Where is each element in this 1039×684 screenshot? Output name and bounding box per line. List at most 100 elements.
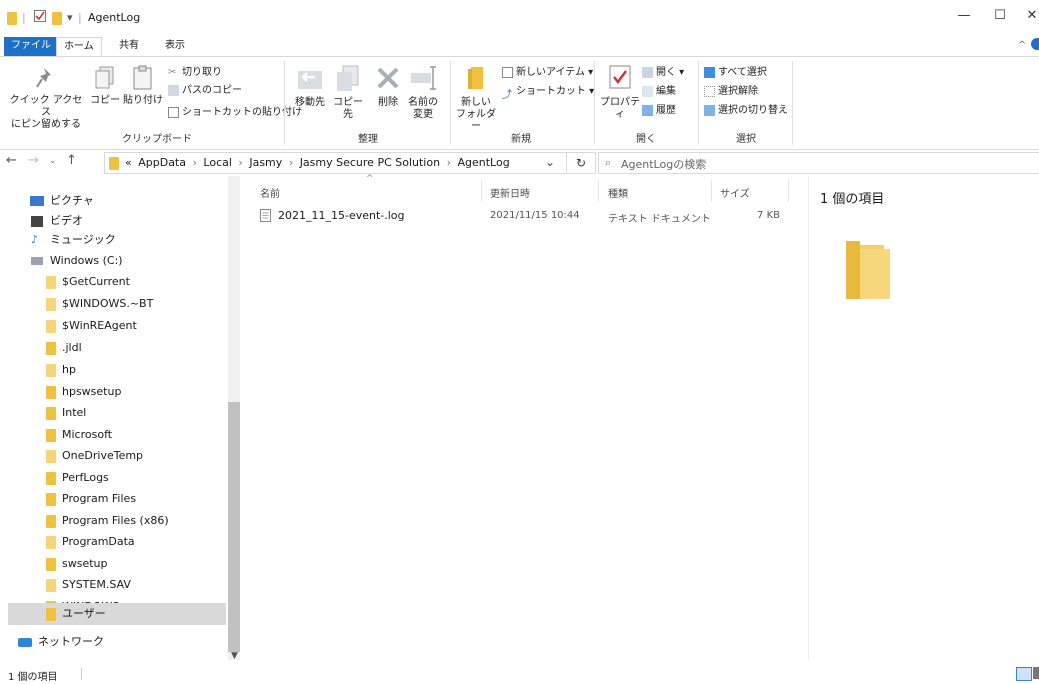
breadcrumb-segment[interactable]: Local xyxy=(203,156,232,169)
new-folder-quick-icon[interactable] xyxy=(52,11,62,25)
copy-label: コピー xyxy=(90,95,120,106)
back-arrow-icon[interactable]: ← xyxy=(6,153,17,168)
column-divider[interactable] xyxy=(711,180,712,202)
ribbon-divider xyxy=(284,61,285,145)
nav-scrollbar-thumb[interactable] xyxy=(228,402,240,652)
column-divider[interactable] xyxy=(598,180,599,202)
sidebar-item-winreagent[interactable]: $WinREAgent xyxy=(8,315,226,337)
close-button[interactable]: ✕ xyxy=(1020,8,1039,26)
sidebar-item-network[interactable]: ネットワーク xyxy=(8,631,226,653)
copy-path-button[interactable]: パスのコピー xyxy=(168,81,242,96)
address-bar[interactable]: « AppData › Local › Jasmy › Jasmy Secure… xyxy=(104,152,596,174)
paste-shortcut-icon xyxy=(168,106,179,118)
properties-button[interactable]: プロパティ xyxy=(598,63,642,121)
paste-shortcut-button[interactable]: ショートカットの貼り付け xyxy=(168,103,302,118)
edit-button[interactable]: 編集 xyxy=(642,82,676,97)
up-arrow-icon[interactable]: ↑ xyxy=(66,153,77,168)
open-label: 開く ▾ xyxy=(656,67,685,78)
copy-button[interactable]: コピー xyxy=(90,65,120,107)
history-button[interactable]: 履歴 xyxy=(642,101,676,116)
rename-button[interactable]: 名前の 変更 xyxy=(406,63,440,121)
move-to-icon xyxy=(298,71,322,89)
column-divider[interactable] xyxy=(481,180,482,202)
column-divider[interactable] xyxy=(788,180,789,202)
sidebar-item-program-files[interactable]: Program Files xyxy=(8,488,226,510)
sidebar-item-programdata[interactable]: ProgramData xyxy=(8,531,226,553)
address-dropdown-icon[interactable]: ⌄ xyxy=(545,155,555,169)
pin-icon xyxy=(36,68,51,88)
select-none-button[interactable]: 選択解除 xyxy=(704,82,758,97)
move-to-button[interactable]: 移動先 xyxy=(292,63,328,109)
folder-icon xyxy=(46,557,56,571)
table-row[interactable]: 2021_11_15-event-.log 2021/11/15 10:44 テ… xyxy=(256,206,796,226)
select-all-button[interactable]: すべて選択 xyxy=(704,63,767,78)
sidebar-item-pictures[interactable]: ピクチャ xyxy=(8,190,226,212)
scroll-down-icon[interactable]: ▼ xyxy=(231,651,238,661)
column-header-modified[interactable]: 更新日時 xyxy=(490,185,530,200)
sidebar-item-perflogs[interactable]: PerfLogs xyxy=(8,467,226,489)
invert-selection-label: 選択の切り替え xyxy=(718,105,788,116)
large-icons-view-icon[interactable] xyxy=(1033,667,1039,679)
tab-home[interactable]: ホーム xyxy=(56,37,102,57)
sidebar-item-users[interactable]: ユーザー xyxy=(8,603,226,625)
search-input[interactable]: ⌕ AgentLogの検索 xyxy=(598,152,1039,174)
copy-to-button[interactable]: コピー先 xyxy=(330,63,366,121)
tab-file[interactable]: ファイル xyxy=(4,37,58,56)
new-item-button[interactable]: 新しいアイテム ▾ xyxy=(502,63,593,78)
maximize-button[interactable]: ☐ xyxy=(988,8,1012,26)
open-button[interactable]: 開く ▾ xyxy=(642,63,684,78)
folder-icon xyxy=(46,449,56,463)
sidebar-item-swsetup[interactable]: swsetup xyxy=(8,553,226,575)
forward-arrow-icon[interactable]: → xyxy=(28,153,39,168)
sidebar-item-drive-c[interactable]: Windows (C:) xyxy=(8,250,226,272)
new-item-icon xyxy=(502,66,513,78)
easy-access-shortcut-button[interactable]: ⤴ ショートカット ▾ xyxy=(502,82,594,101)
search-icon: ⌕ xyxy=(605,156,612,169)
properties-quick-icon[interactable] xyxy=(34,10,46,25)
help-icon[interactable] xyxy=(1031,38,1039,50)
folder-icon xyxy=(46,341,56,355)
sidebar-item-music[interactable]: ♪ ミュージック xyxy=(8,229,226,251)
refresh-icon[interactable]: ↻ xyxy=(566,152,596,174)
delete-button[interactable]: 削除 xyxy=(372,63,404,109)
properties-icon xyxy=(609,65,631,89)
rename-label-1: 名前の xyxy=(408,97,438,108)
breadcrumb-overflow[interactable]: « xyxy=(125,156,132,169)
ribbon: クイック アクセス にピン留めする コピー 貼り付け ✂ 切り取り パスのコピー … xyxy=(0,56,1039,150)
pictures-icon xyxy=(30,196,44,206)
tab-view[interactable]: 表示 xyxy=(158,37,192,56)
cut-button[interactable]: ✂ 切り取り xyxy=(168,63,222,79)
shortcut-icon: ⤴ xyxy=(502,89,512,101)
sidebar-item-onedrivetemp[interactable]: OneDriveTemp xyxy=(8,445,226,467)
paste-button[interactable]: 貼り付け xyxy=(122,65,164,107)
column-header-name[interactable]: 名前 xyxy=(260,185,280,200)
copy-path-label: パスのコピー xyxy=(182,85,242,96)
breadcrumb-segment[interactable]: Jasmy xyxy=(249,156,282,169)
minimize-button[interactable]: — xyxy=(952,8,976,26)
sidebar-item-getcurrent[interactable]: $GetCurrent xyxy=(8,271,226,293)
sidebar-item-jldl[interactable]: .jldl xyxy=(8,337,226,359)
details-pane-divider[interactable] xyxy=(808,176,809,660)
pin-label-2: にピン留めする xyxy=(11,119,81,130)
text-document-icon xyxy=(260,209,271,225)
breadcrumb-segment[interactable]: Jasmy Secure PC Solution xyxy=(300,156,440,169)
customize-quick-access-button[interactable]: ▾ xyxy=(67,11,73,24)
breadcrumb-segment[interactable]: AgentLog xyxy=(457,156,509,169)
tab-share[interactable]: 共有 xyxy=(112,37,146,56)
sidebar-item-program-files-x86[interactable]: Program Files (x86) xyxy=(8,510,226,532)
sidebar-item-system-sav[interactable]: SYSTEM.SAV xyxy=(8,574,226,596)
details-view-icon[interactable] xyxy=(1016,667,1032,681)
column-header-size[interactable]: サイズ xyxy=(720,185,750,200)
collapse-ribbon-icon[interactable]: ^ xyxy=(1018,40,1026,51)
new-folder-button[interactable]: 新しい フォルダー xyxy=(456,63,496,133)
sidebar-item-microsoft[interactable]: Microsoft xyxy=(8,424,226,446)
breadcrumb-segment[interactable]: AppData xyxy=(138,156,186,169)
sidebar-item-intel[interactable]: Intel xyxy=(8,402,226,424)
invert-selection-button[interactable]: 選択の切り替え xyxy=(704,101,788,116)
column-header-type[interactable]: 種類 xyxy=(608,185,628,200)
recent-locations-icon[interactable]: ⌄ xyxy=(49,156,57,166)
sidebar-item-windows-bt[interactable]: $WINDOWS.~BT xyxy=(8,293,226,315)
pin-quick-access-button[interactable]: クイック アクセス にピン留めする xyxy=(6,65,86,131)
sidebar-item-hpswsetup[interactable]: hpswsetup xyxy=(8,381,226,403)
sidebar-item-hp[interactable]: hp xyxy=(8,359,226,381)
